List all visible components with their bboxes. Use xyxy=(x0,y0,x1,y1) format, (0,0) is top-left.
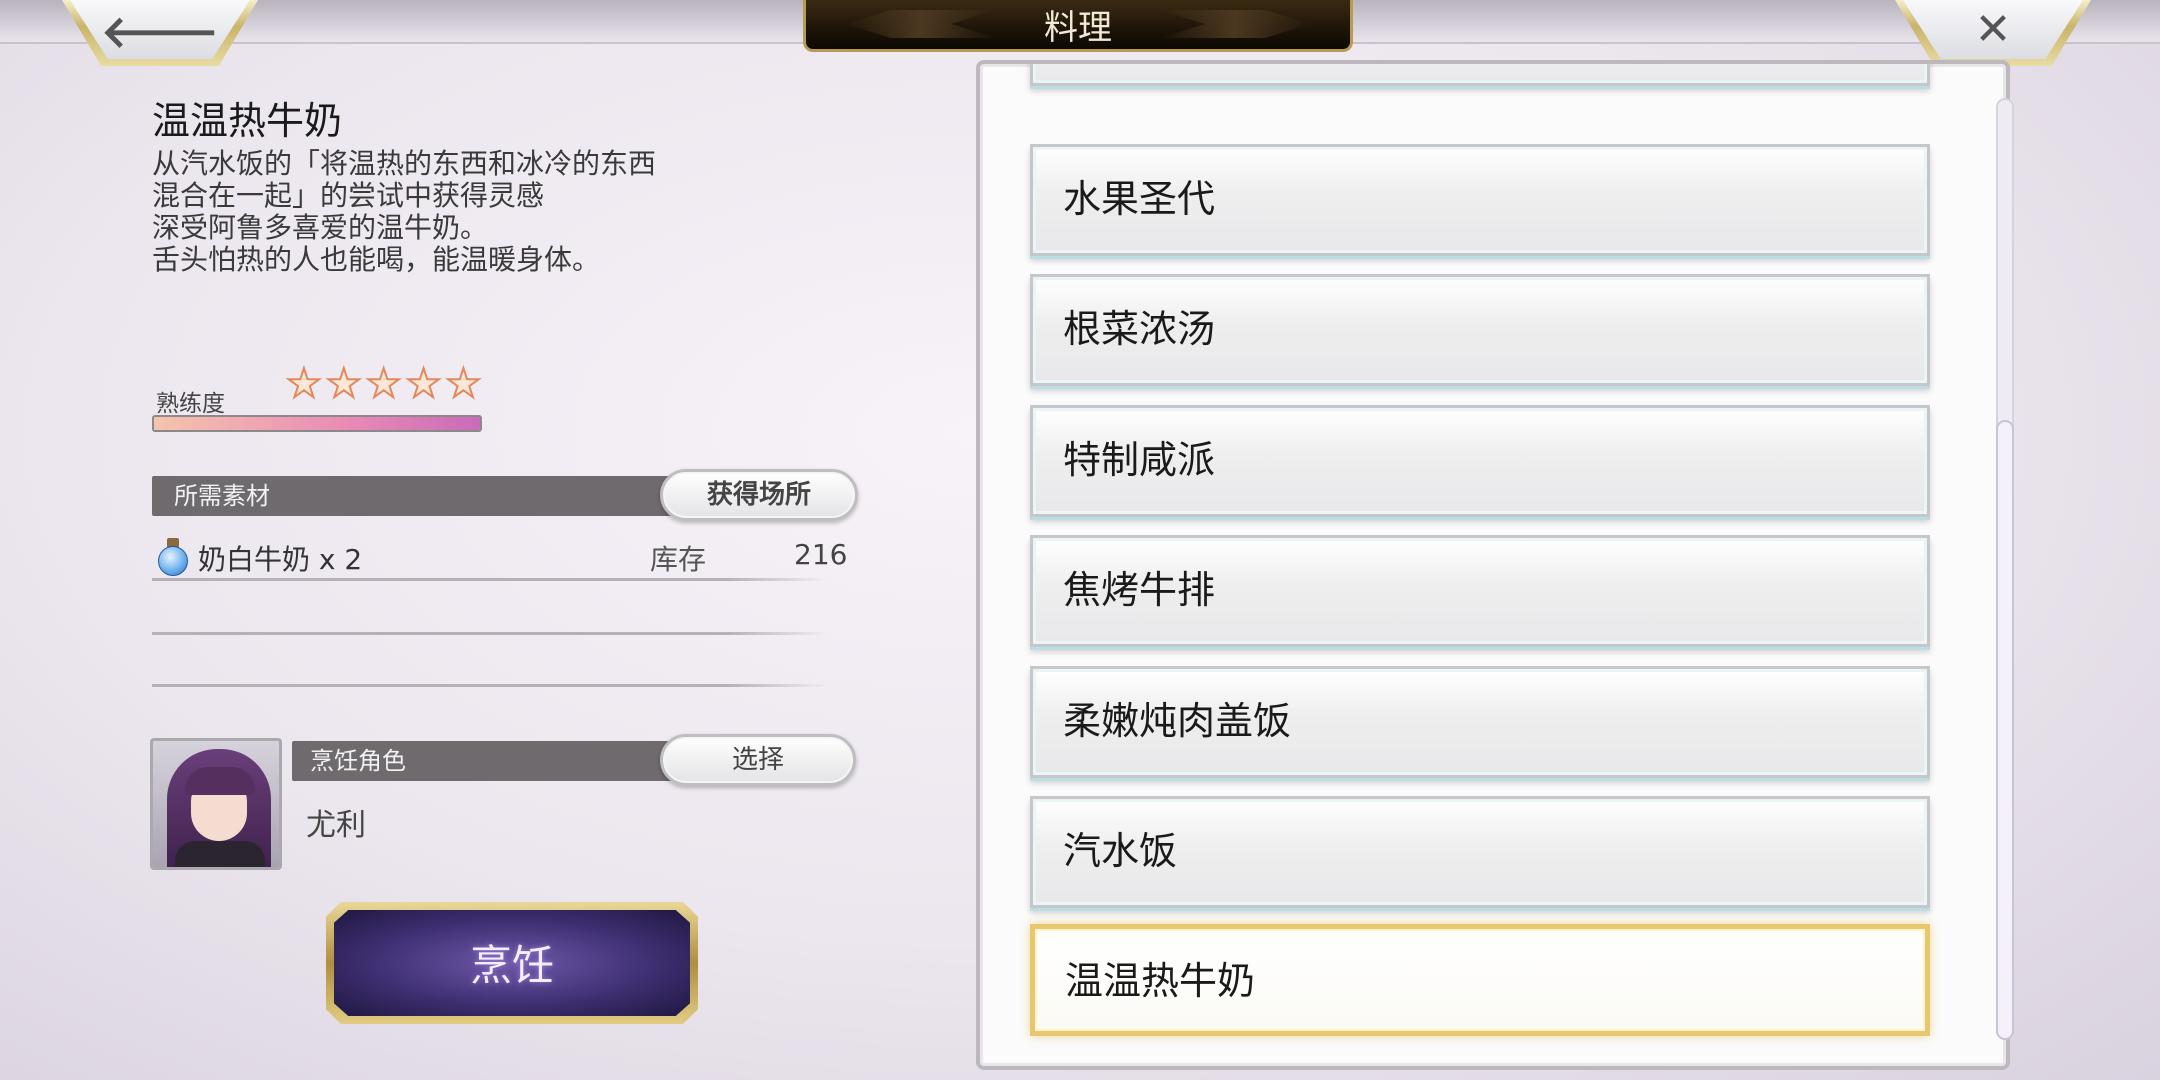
dish-name: 温温热牛奶 xyxy=(152,99,343,143)
divider xyxy=(152,632,828,635)
proficiency-stars: ★ ★ ★ ★ ★ xyxy=(285,361,482,407)
scrollbar-thumb[interactable] xyxy=(1996,420,2014,1040)
select-character-button[interactable]: 选择 xyxy=(660,734,856,786)
recipe-item[interactable]: 特制咸派 xyxy=(1030,405,1930,517)
recipe-item[interactable]: 焦烤牛排 xyxy=(1030,535,1930,647)
description-line: 深受阿鲁多喜爱的温牛奶。 xyxy=(152,211,489,244)
back-button[interactable]: 🡐 xyxy=(62,0,258,66)
proficiency-label: 熟练度 xyxy=(156,391,225,417)
proficiency-bar-fill xyxy=(154,417,480,430)
recipe-item[interactable]: 根菜浓汤 xyxy=(1030,274,1930,386)
star-icon: ★ xyxy=(444,361,482,407)
recipe-item[interactable]: 水果圣代 xyxy=(1030,144,1930,256)
description-line: 从汽水饭的「将温热的东西和冰冷的东西 xyxy=(152,147,657,180)
obtain-location-button[interactable]: 获得场所 xyxy=(660,469,858,521)
title-plate: 料理 xyxy=(803,0,1353,52)
cook-button-label: 烹饪 xyxy=(469,941,554,990)
star-icon: ★ xyxy=(365,361,403,407)
character-portrait[interactable] xyxy=(150,738,282,870)
material-name: 奶白牛奶 x 2 xyxy=(198,543,363,576)
recipe-item[interactable]: 汽水饭 xyxy=(1030,796,1930,908)
recipe-list: 水果圣代 根菜浓汤 特制咸派 焦烤牛排 柔嫩炖肉盖饭 汽水饭 温温热牛奶 xyxy=(976,60,2010,1070)
proficiency-bar xyxy=(152,415,482,432)
arrow-left-icon: 🡐 xyxy=(101,7,219,58)
recipe-item[interactable]: 柔嫩炖肉盖饭 xyxy=(1030,666,1930,778)
description-line: 混合在一起」的尝试中获得灵感 xyxy=(152,179,545,212)
description-line: 舌头怕热的人也能喝，能温暖身体。 xyxy=(152,243,601,276)
material-row: 奶白牛奶 x 2 库存 216 xyxy=(152,534,847,580)
divider xyxy=(152,578,828,581)
cook-button[interactable]: 烹饪 xyxy=(326,902,698,1024)
cook-role-header: 烹饪角色 xyxy=(292,741,712,781)
recipe-item-selected[interactable]: 温温热牛奶 xyxy=(1030,924,1930,1036)
milk-potion-icon xyxy=(156,538,190,576)
recipe-item[interactable] xyxy=(1030,64,1930,86)
star-icon: ★ xyxy=(285,361,323,407)
close-button[interactable]: ✕ xyxy=(1895,0,2091,66)
dish-description: 从汽水饭的「将温热的东西和冰冷的东西 混合在一起」的尝试中获得灵感 深受阿鲁多喜… xyxy=(152,148,712,276)
star-icon: ★ xyxy=(325,361,363,407)
stock-count: 216 xyxy=(794,538,848,571)
materials-header: 所需素材 xyxy=(152,476,712,516)
divider xyxy=(152,684,828,687)
stock-label: 库存 xyxy=(650,543,707,576)
page-title: 料理 xyxy=(1044,8,1112,48)
close-x-icon: ✕ xyxy=(1974,4,2012,55)
character-name: 尤利 xyxy=(306,808,366,843)
star-icon: ★ xyxy=(405,361,443,407)
